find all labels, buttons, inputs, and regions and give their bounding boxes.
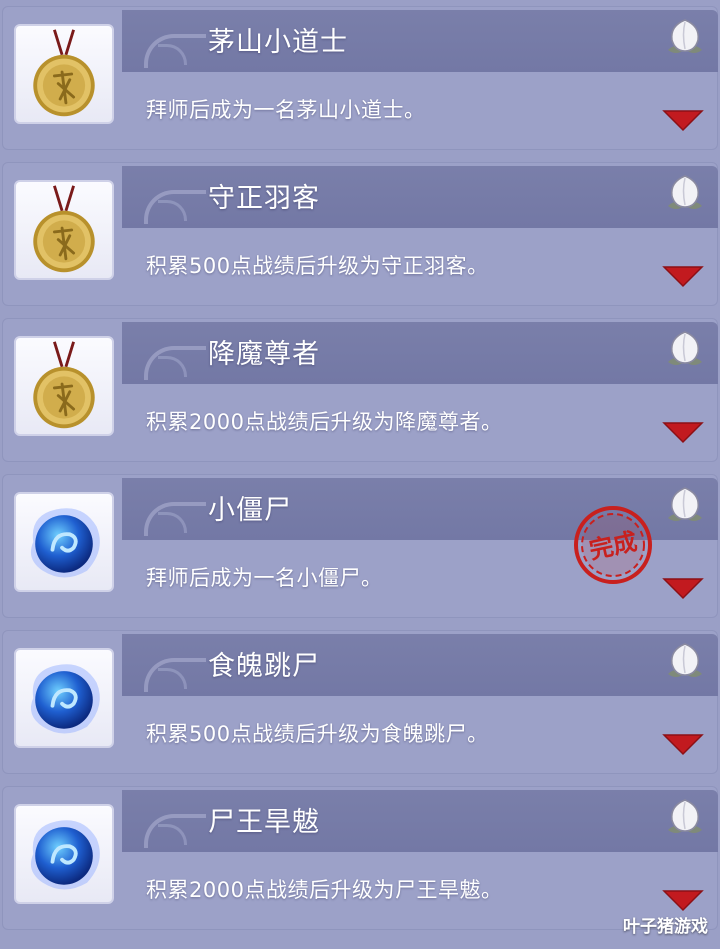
- rank-title: 小僵尸: [208, 495, 292, 526]
- title-card: 茅山小道士拜师后成为一名茅山小道士。: [2, 6, 718, 150]
- expand-arrow-icon[interactable]: [662, 732, 704, 756]
- rank-description: 积累2000点战绩后升级为尸王旱魃。: [146, 878, 503, 902]
- expand-arrow-icon[interactable]: [662, 576, 704, 600]
- rank-icon-frame: [14, 24, 114, 124]
- title-card: 守正羽客积累500点战绩后升级为守正羽客。: [2, 162, 718, 306]
- expand-arrow-icon[interactable]: [662, 108, 704, 132]
- gold-medallion-icon: [33, 341, 95, 429]
- expand-arrow-icon[interactable]: [662, 264, 704, 288]
- completed-stamp: 完成: [574, 506, 652, 584]
- rank-title: 食魄跳尸: [208, 651, 320, 682]
- title-card: 尸王旱魃积累2000点战绩后升级为尸王旱魃。: [2, 786, 718, 930]
- rank-description: 积累2000点战绩后升级为降魔尊者。: [146, 410, 503, 434]
- rank-icon-frame: [14, 804, 114, 904]
- peach-icon[interactable]: [662, 170, 708, 216]
- expand-arrow-icon[interactable]: [662, 420, 704, 444]
- rank-description: 拜师后成为一名茅山小道士。: [146, 98, 426, 122]
- rank-description: 积累500点战绩后升级为守正羽客。: [146, 254, 489, 278]
- expand-arrow-icon[interactable]: [662, 888, 704, 912]
- watermark: 叶子猪游戏: [623, 917, 708, 937]
- title-card: 食魄跳尸积累500点战绩后升级为食魄跳尸。: [2, 630, 718, 774]
- peach-icon[interactable]: [662, 326, 708, 372]
- rank-icon-frame: [14, 180, 114, 280]
- blue-orb-icon: [30, 508, 100, 578]
- rank-description: 拜师后成为一名小僵尸。: [146, 566, 383, 590]
- rank-title: 降魔尊者: [208, 339, 320, 370]
- peach-icon[interactable]: [662, 638, 708, 684]
- gold-medallion-icon: [33, 29, 95, 117]
- rank-icon-frame: [14, 492, 114, 592]
- peach-icon[interactable]: [662, 482, 708, 528]
- rank-icon-frame: [14, 648, 114, 748]
- rank-title: 守正羽客: [208, 183, 320, 214]
- gold-medallion-icon: [33, 185, 95, 273]
- rank-title: 尸王旱魃: [208, 807, 320, 838]
- title-card: 降魔尊者积累2000点战绩后升级为降魔尊者。: [2, 318, 718, 462]
- blue-orb-icon: [30, 820, 100, 890]
- blue-orb-icon: [30, 664, 100, 734]
- rank-title: 茅山小道士: [208, 27, 348, 58]
- rank-description: 积累500点战绩后升级为食魄跳尸。: [146, 722, 489, 746]
- peach-icon[interactable]: [662, 14, 708, 60]
- peach-icon[interactable]: [662, 794, 708, 840]
- rank-icon-frame: [14, 336, 114, 436]
